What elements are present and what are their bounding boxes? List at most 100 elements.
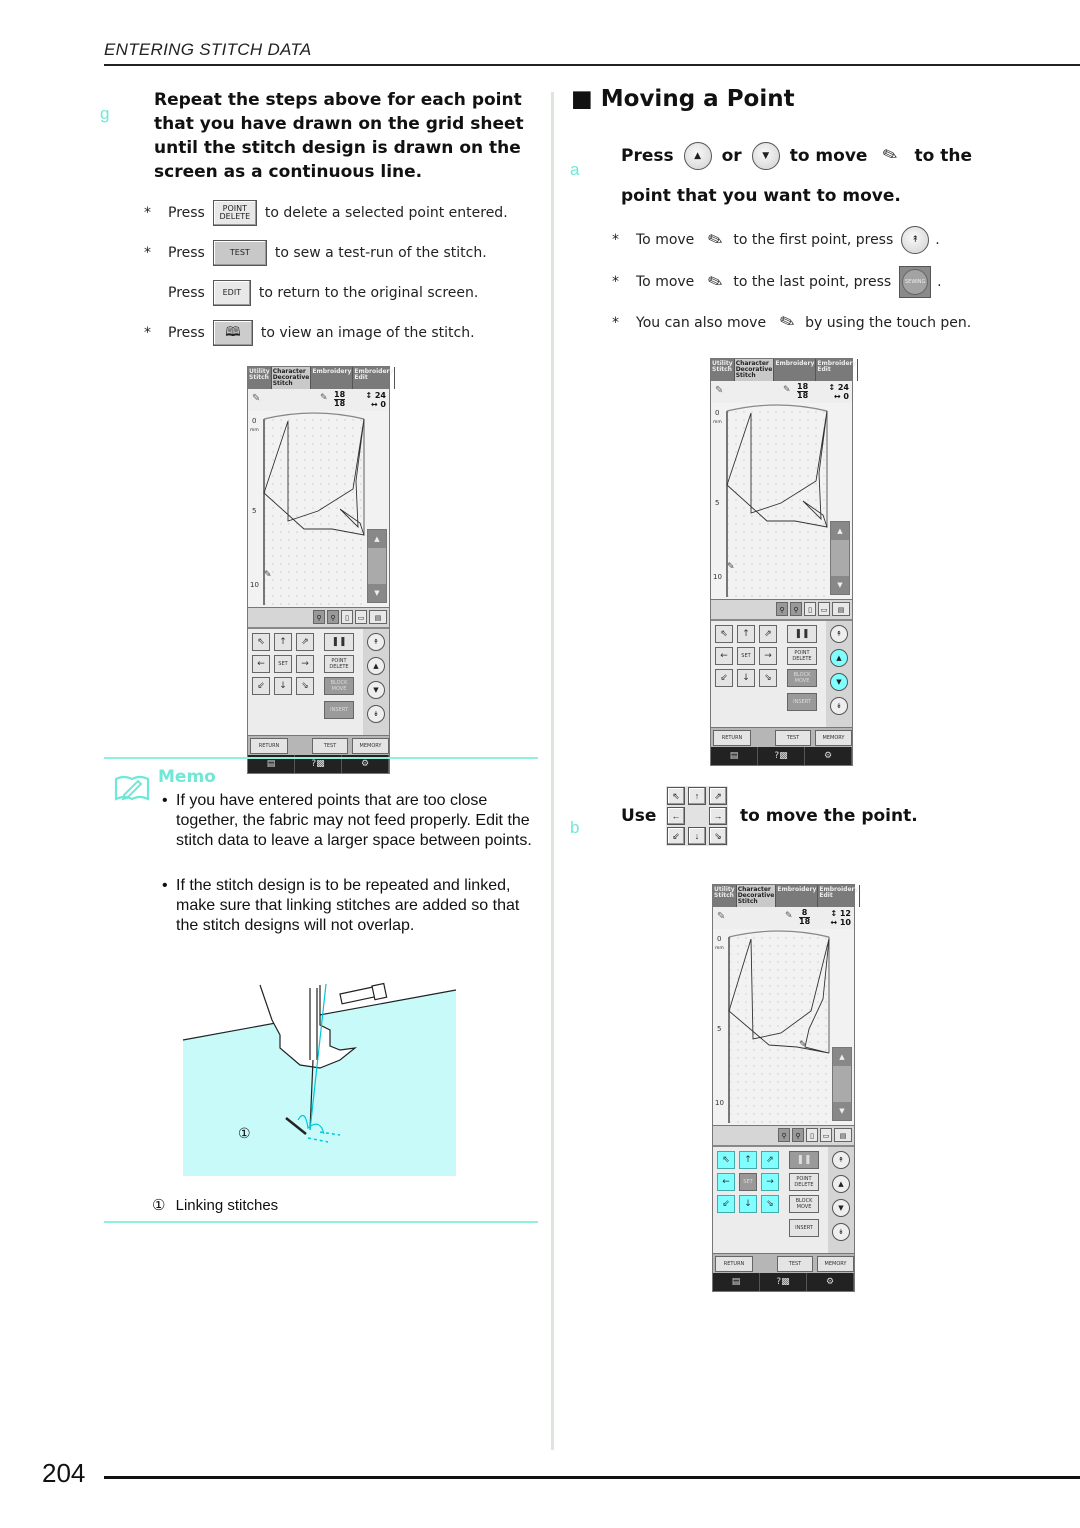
first-point-button[interactable]: ↟ [832,1151,850,1169]
memory-button[interactable]: MEMORY [352,738,389,754]
block-move-button[interactable]: BLOCK MOVE [789,1195,819,1213]
arrow-up-left-button[interactable]: ⇖ [252,633,270,651]
arrow-down-left-button[interactable]: ⇙ [715,669,733,687]
zoom-in-icon[interactable]: ⚲ [776,602,788,616]
point-down-button[interactable]: ▼ [832,1199,850,1217]
arrow-up-right-button[interactable]: ⇗ [761,1151,779,1169]
arrow-up-left-button[interactable]: ⇖ [715,625,733,643]
arrow-down-right-key[interactable]: ⇘ [709,827,727,845]
arrow-up-left-key[interactable]: ⇖ [667,787,685,805]
point-down-button[interactable]: ▼ [367,681,385,699]
arrow-right-key[interactable]: → [709,807,727,825]
arrow-down-button[interactable]: ↓ [274,677,292,695]
last-point-button[interactable]: ↡ [367,705,385,723]
point-up-button[interactable]: ▲ [830,649,848,667]
set-button[interactable]: SET [737,647,755,665]
insert-button[interactable]: INSERT [787,693,817,711]
landscape-view-icon[interactable]: ▭ [818,602,830,616]
presser-foot-icon[interactable]: ⚙ [805,747,852,765]
point-delete-button[interactable]: POINT DELETE [789,1173,819,1191]
zoom-out-icon[interactable]: ⚲ [790,602,802,616]
arrow-up-button[interactable]: ↑ [274,633,292,651]
arrow-left-button[interactable]: ← [715,647,733,665]
arrow-down-button[interactable]: ↓ [737,669,755,687]
zoom-in-icon[interactable]: ⚲ [313,610,325,624]
scroll-down-button[interactable]: ▼ [833,1102,851,1120]
arrow-right-button[interactable]: → [296,655,314,673]
arrow-up-key[interactable]: ↑ [688,787,706,805]
settings-icon[interactable]: ▤ [711,747,758,765]
stitch-image-icon[interactable]: ▤ [834,1128,852,1142]
portrait-view-icon[interactable]: ▯ [804,602,816,616]
zoom-in-icon[interactable]: ⚲ [778,1128,790,1142]
tab-utility-stitch[interactable]: Utility Stitch [711,359,735,381]
landscape-view-icon[interactable]: ▭ [820,1128,832,1142]
arrow-up-left-button[interactable]: ⇖ [717,1151,735,1169]
scroll-up-button[interactable]: ▲ [368,530,386,548]
tab-embroidery-edit[interactable]: Embroidery Edit [816,359,859,381]
first-point-button[interactable]: ↟ [367,633,385,651]
point-up-button[interactable]: ▲ [832,1175,850,1193]
grid-scrollbar[interactable]: ▲ ▼ [367,529,387,603]
tab-utility-stitch[interactable]: Utility Stitch [248,367,272,389]
tab-character-decorative[interactable]: Character Decorative Stitch [734,359,775,381]
return-button[interactable]: RETURN [250,738,288,754]
point-up-button[interactable]: ▲ [367,657,385,675]
arrow-right-button[interactable]: → [759,647,777,665]
scroll-down-button[interactable]: ▼ [368,584,386,602]
tab-embroidery-edit[interactable]: Embroidery Edit [818,885,861,907]
tab-utility-stitch[interactable]: Utility Stitch [713,885,737,907]
stitch-grid[interactable]: 0 mm 5 10 ✎ ▲ ▼ [713,929,854,1125]
arrow-up-right-key[interactable]: ⇗ [709,787,727,805]
last-point-button[interactable]: ↡ [832,1223,850,1241]
stitch-image-button[interactable]: 🕮 [212,320,253,346]
arrow-down-key[interactable]: ↓ [688,827,706,845]
pause-toggle-button[interactable]: ❚❚ [324,633,354,651]
stitch-grid[interactable]: 0 mm 5 10 ✎ ▲ ▼ [248,411,389,607]
sewing-button[interactable]: SEWING [899,266,932,298]
last-point-button[interactable]: ↡ [830,697,848,715]
arrow-down-button[interactable]: ↓ [739,1195,757,1213]
test-button[interactable]: TEST [212,240,267,266]
zoom-out-icon[interactable]: ⚲ [792,1128,804,1142]
point-delete-button[interactable]: POINT DELETE [324,655,354,673]
test-button[interactable]: TEST [775,730,811,746]
arrow-up-button[interactable]: ↑ [737,625,755,643]
help-icon[interactable]: ?▩ [760,1273,807,1291]
return-button[interactable]: RETURN [713,730,751,746]
presser-foot-icon[interactable]: ⚙ [807,1273,854,1291]
arrow-down-right-button[interactable]: ⇘ [296,677,314,695]
first-point-button[interactable]: ↟ [830,625,848,643]
arrow-left-button[interactable]: ← [717,1173,735,1191]
up-round-button[interactable]: ▲ [683,142,712,170]
settings-icon[interactable]: ▤ [713,1273,760,1291]
tab-character-decorative[interactable]: Character Decorative Stitch [736,885,777,907]
grid-scrollbar[interactable]: ▲ ▼ [830,521,850,595]
tab-embroidery[interactable]: Embroidery [776,885,819,907]
scroll-up-button[interactable]: ▲ [831,522,849,540]
pause-toggle-button[interactable]: ❚❚ [787,625,817,643]
help-icon[interactable]: ?▩ [758,747,805,765]
down-round-button[interactable]: ▼ [751,142,780,170]
set-button[interactable]: SET [739,1173,757,1191]
arrow-down-left-key[interactable]: ⇙ [667,827,685,845]
first-point-button[interactable]: ↟ [901,226,930,254]
arrow-up-right-button[interactable]: ⇗ [296,633,314,651]
test-button[interactable]: TEST [777,1256,813,1272]
arrow-down-left-button[interactable]: ⇙ [717,1195,735,1213]
tab-embroidery[interactable]: Embroidery [774,359,817,381]
stitch-grid[interactable]: 0 mm 5 10 ✎ ▲ ▼ [711,403,852,599]
grid-scrollbar[interactable]: ▲ ▼ [832,1047,852,1121]
point-delete-button[interactable]: POINT DELETE [212,200,257,226]
arrow-down-right-button[interactable]: ⇘ [761,1195,779,1213]
stitch-image-icon[interactable]: ▤ [832,602,850,616]
portrait-view-icon[interactable]: ▯ [341,610,353,624]
arrow-left-button[interactable]: ← [252,655,270,673]
insert-button[interactable]: INSERT [789,1219,819,1237]
arrow-down-left-button[interactable]: ⇙ [252,677,270,695]
memory-button[interactable]: MEMORY [817,1256,854,1272]
return-button[interactable]: RETURN [715,1256,753,1272]
tab-embroidery-edit[interactable]: Embroidery Edit [353,367,396,389]
block-move-button[interactable]: BLOCK MOVE [324,677,354,695]
arrow-down-right-button[interactable]: ⇘ [759,669,777,687]
